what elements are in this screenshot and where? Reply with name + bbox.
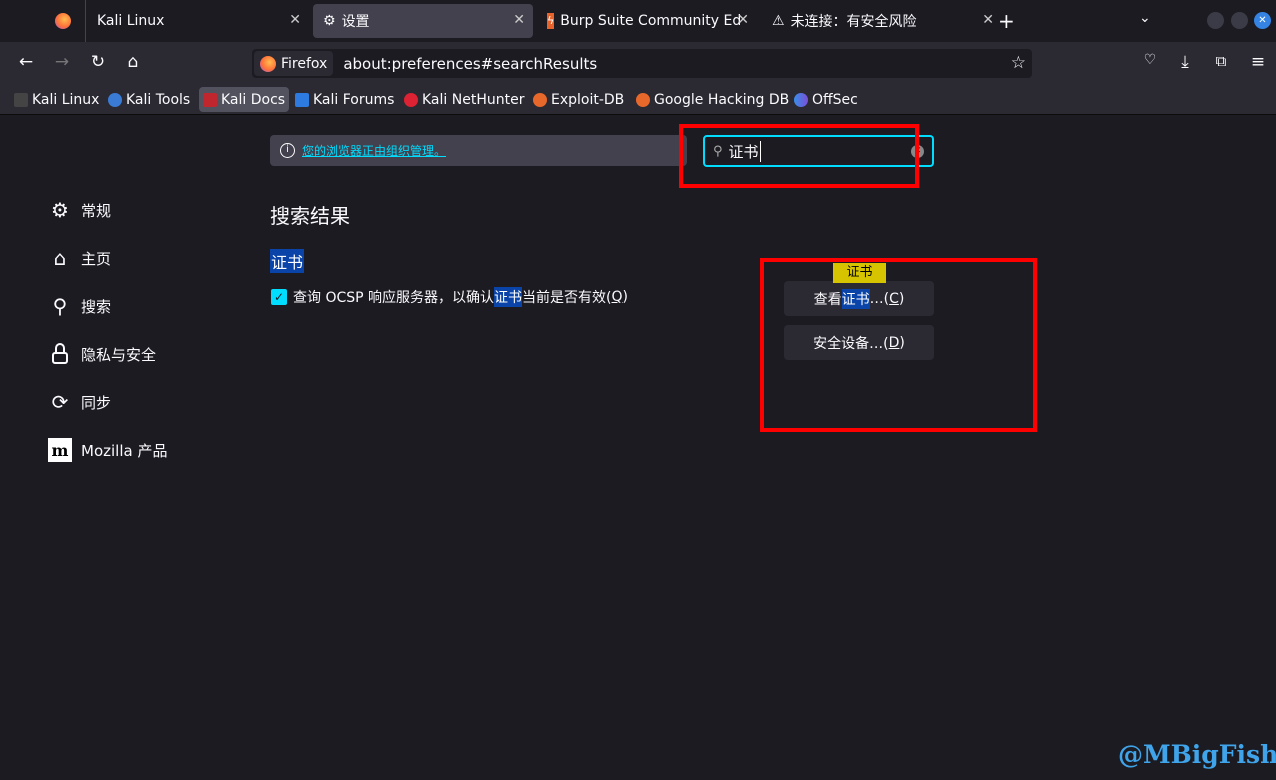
download-icon[interactable]: ⤓ xyxy=(1174,52,1196,72)
sidebar-item-privacy[interactable]: 隐私与安全 xyxy=(48,342,156,366)
bookmark-google-hacking-db[interactable]: Google Hacking DB xyxy=(632,87,793,112)
section-title: 证书 xyxy=(270,249,305,273)
close-icon[interactable]: ✕ xyxy=(737,12,749,28)
tab-label: 设置 xyxy=(341,14,370,30)
bookmark-kali-forums[interactable]: Kali Forums xyxy=(291,87,398,112)
sidebar-item-label: Mozilla 产品 xyxy=(81,441,168,460)
offsec-icon xyxy=(794,92,808,107)
annotation-box xyxy=(760,258,1037,432)
sidebar-item-label: 主页 xyxy=(81,249,112,268)
bookmark-label: Kali NetHunter xyxy=(422,91,525,108)
bookmark-label: Exploit-DB xyxy=(551,91,625,108)
tab-list-chevron-icon[interactable]: ⌄ xyxy=(1139,10,1151,26)
forward-icon[interactable]: → xyxy=(51,52,73,72)
firefox-icon xyxy=(55,13,71,29)
tab-label: Burp Suite Community Ed xyxy=(560,13,742,29)
extensions-icon[interactable]: ⧉ xyxy=(1210,52,1232,70)
ocsp-checkbox[interactable]: ✓ xyxy=(271,289,287,305)
bookmark-label: OffSec xyxy=(812,91,858,108)
kali-docs-icon xyxy=(203,92,217,107)
url-bar[interactable]: Firefox about:preferences#searchResults … xyxy=(252,49,1032,78)
bookmark-kali-tools[interactable]: Kali Tools xyxy=(104,87,194,112)
bookmark-exploit-db[interactable]: Exploit-DB xyxy=(529,87,628,112)
bookmark-offsec[interactable]: OffSec xyxy=(790,87,862,112)
menu-icon[interactable]: ≡ xyxy=(1247,52,1269,72)
sidebar-item-general[interactable]: ⚙ 常规 xyxy=(48,198,111,222)
reload-icon[interactable]: ↻ xyxy=(87,52,109,72)
policy-notice: i 您的浏览器正由组织管理。 xyxy=(270,135,687,166)
nethunter-icon xyxy=(404,92,418,107)
url-input[interactable]: about:preferences#searchResults xyxy=(343,55,597,73)
ocsp-option[interactable]: ✓ 查询 OCSP 响应服务器，以确认 证书 当前是否有效(Q) xyxy=(271,287,628,307)
home-icon: ⌂ xyxy=(53,246,67,270)
sidebar-item-label: 搜索 xyxy=(81,297,112,316)
gear-icon: ⚙ xyxy=(323,13,336,29)
annotation-box xyxy=(679,124,919,188)
pocket-icon[interactable]: ♡ xyxy=(1139,52,1161,68)
sidebar-item-label: 常规 xyxy=(81,201,112,220)
sidebar-item-label: 同步 xyxy=(81,393,112,412)
tab-label: 未连接：有安全风险 xyxy=(790,14,917,30)
ocsp-label-rest: 当前是否有效( xyxy=(522,290,612,306)
tab-insecure[interactable]: ⚠ 未连接：有安全风险 ✕ xyxy=(762,4,1002,38)
sidebar-item-search[interactable]: ⚲ 搜索 xyxy=(48,294,111,318)
search-match: 证书 xyxy=(494,287,523,307)
bookmark-star-icon[interactable]: ☆ xyxy=(1011,53,1026,73)
bookmark-kali-linux[interactable]: Kali Linux xyxy=(10,87,103,112)
exploit-db-icon xyxy=(533,92,547,107)
tab-settings[interactable]: ⚙ 设置 ✕ xyxy=(313,4,533,38)
watermark: @MBigFish xyxy=(1118,740,1276,769)
sync-icon: ⟳ xyxy=(51,390,69,414)
ocsp-label-end: ) xyxy=(622,289,628,305)
kali-icon xyxy=(14,92,28,107)
close-icon[interactable]: ✕ xyxy=(513,12,525,28)
sidebar-item-sync[interactable]: ⟳ 同步 xyxy=(48,390,111,414)
home-icon[interactable]: ⌂ xyxy=(122,52,144,72)
access-key: Q xyxy=(611,289,623,305)
firefox-icon xyxy=(260,55,276,72)
ghdb-icon xyxy=(636,92,650,107)
firefox-view-button[interactable] xyxy=(45,4,83,38)
burp-icon: ϟ xyxy=(547,13,555,29)
tab-label: Kali Linux xyxy=(97,13,165,29)
close-window-button[interactable]: ✕ xyxy=(1254,12,1271,29)
kali-tools-icon xyxy=(108,92,122,107)
gear-icon: ⚙ xyxy=(51,198,69,222)
bookmarks-toolbar: Kali Linux Kali Tools Kali Docs Kali For… xyxy=(0,84,1276,115)
page-title: 搜索结果 xyxy=(270,204,350,228)
identity-box[interactable]: Firefox xyxy=(254,51,334,76)
lock-icon xyxy=(48,342,72,366)
bookmark-label: Kali Docs xyxy=(221,91,286,108)
bookmark-label: Kali Tools xyxy=(126,91,191,108)
sidebar-item-home[interactable]: ⌂ 主页 xyxy=(48,246,111,270)
tab-kali-linux[interactable]: Kali Linux ✕ xyxy=(87,4,309,38)
new-tab-button[interactable]: + xyxy=(998,9,1015,33)
tab-bar: Kali Linux ✕ ⚙ 设置 ✕ ϟ Burp Suite Community E… xyxy=(0,0,1276,42)
kali-forums-icon xyxy=(295,92,309,107)
sidebar-item-mozilla-products[interactable]: m Mozilla 产品 xyxy=(48,438,167,462)
bookmark-label: Kali Linux xyxy=(32,91,100,108)
maximize-button[interactable] xyxy=(1231,12,1248,29)
info-icon: i xyxy=(280,143,295,158)
bookmark-kali-nethunter[interactable]: Kali NetHunter xyxy=(400,87,528,112)
close-icon[interactable]: ✕ xyxy=(982,12,994,28)
tab-burp[interactable]: ϟ Burp Suite Community Ed ✕ xyxy=(537,4,757,38)
close-icon[interactable]: ✕ xyxy=(289,12,301,28)
mozilla-icon: m xyxy=(48,438,72,462)
bookmark-kali-docs[interactable]: Kali Docs xyxy=(199,87,290,112)
search-icon: ⚲ xyxy=(52,294,68,318)
policy-link[interactable]: 您的浏览器正由组织管理。 xyxy=(302,142,446,159)
identity-label: Firefox xyxy=(281,55,328,72)
bookmark-label: Kali Forums xyxy=(313,91,395,108)
back-icon[interactable]: ← xyxy=(15,52,37,72)
sidebar-item-label: 隐私与安全 xyxy=(81,345,157,364)
bookmark-label: Google Hacking DB xyxy=(654,91,790,108)
minimize-button[interactable] xyxy=(1207,12,1224,29)
ocsp-label: 查询 OCSP 响应服务器，以确认 xyxy=(293,290,495,306)
warning-icon: ⚠ xyxy=(772,13,785,29)
